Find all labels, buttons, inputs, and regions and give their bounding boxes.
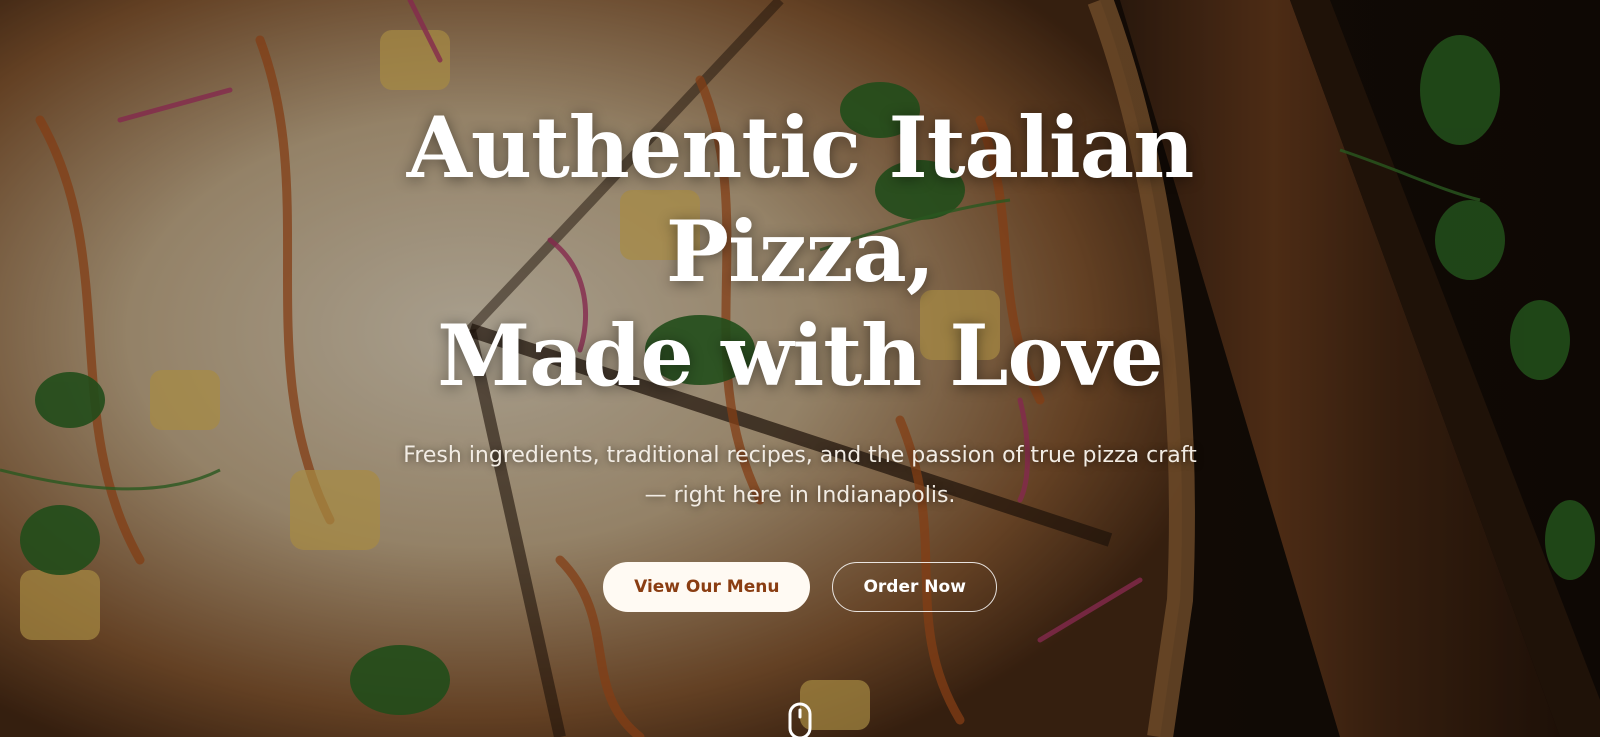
mouse-scroll-icon[interactable]: [784, 700, 816, 737]
hero-title: Authentic Italian Pizza, Made with Love: [350, 96, 1250, 408]
order-now-button[interactable]: Order Now: [832, 562, 997, 612]
hero-content: Authentic Italian Pizza, Made with Love …: [0, 96, 1600, 612]
hero-actions: View Our Menu Order Now: [0, 562, 1600, 612]
hero-title-line-1: Authentic Italian: [406, 98, 1195, 197]
view-menu-button[interactable]: View Our Menu: [603, 562, 811, 612]
hero-section: Authentic Italian Pizza, Made with Love …: [0, 0, 1600, 737]
hero-subtitle: Fresh ingredients, traditional recipes, …: [403, 443, 1197, 508]
hero-title-line-3: Made with Love: [437, 306, 1164, 405]
hero-title-line-2: Pizza,: [665, 202, 935, 301]
